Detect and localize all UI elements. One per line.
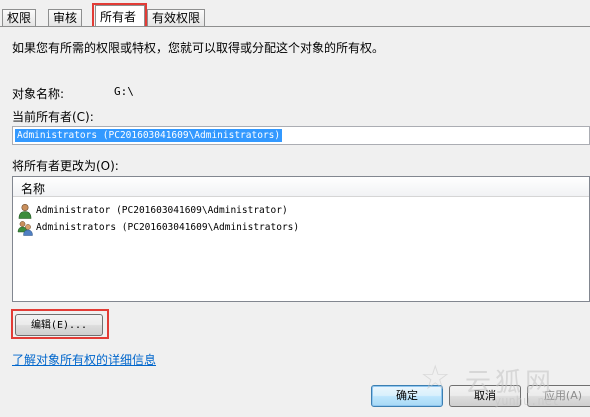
object-name-value: G:\ [114, 85, 134, 98]
tab-strip: 权限 审核 有效权限 所有者 [0, 0, 590, 29]
current-owner-field[interactable]: Administrators (PC201603041609\Administr… [12, 126, 590, 145]
tab-owner[interactable]: 所有者 [95, 5, 145, 27]
apply-button[interactable]: 应用(A) [527, 385, 590, 407]
edit-button-label: 编辑(E)... [30, 320, 88, 331]
edit-button[interactable]: 编辑(E)... [15, 314, 103, 336]
list-item-label: Administrators (PC201603041609\Administr… [36, 222, 300, 233]
column-header-name[interactable]: 名称 [21, 180, 45, 197]
cancel-button[interactable]: 取消 [449, 385, 521, 407]
user-icon [18, 203, 32, 219]
learn-more-link[interactable]: 了解对象所有权的详细信息 [12, 351, 156, 368]
tab-permissions[interactable]: 权限 [2, 9, 37, 26]
list-item-label: Administrator (PC201603041609\Administra… [36, 205, 288, 216]
owner-list[interactable]: 名称 Administrator (PC201603041609\Adminis… [12, 176, 590, 302]
current-owner-value[interactable]: Administrators (PC201603041609\Administr… [15, 129, 283, 142]
group-icon [17, 221, 33, 236]
intro-text: 如果您有所需的权限或特权，您就可以取得或分配这个对象的所有权。 [12, 41, 385, 55]
tab-auditing[interactable]: 审核 [48, 9, 83, 26]
object-name-label: 对象名称: [12, 87, 65, 101]
ok-button[interactable]: 确定 [371, 385, 443, 407]
current-owner-label: 当前所有者(C): [12, 110, 94, 124]
change-owner-label: 将所有者更改为(O): [12, 159, 119, 173]
tab-effective-permissions[interactable]: 有效权限 [147, 9, 206, 26]
list-header[interactable]: 名称 [13, 177, 589, 197]
